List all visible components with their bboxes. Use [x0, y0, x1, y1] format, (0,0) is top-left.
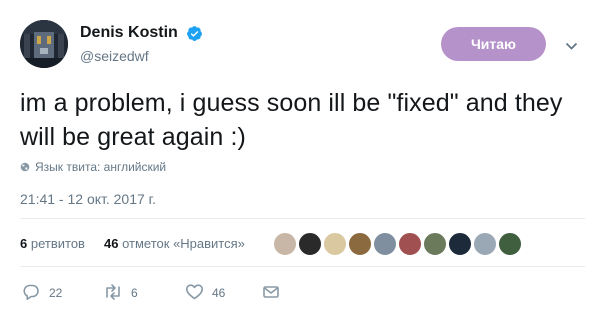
like-button[interactable]: 46 — [185, 283, 245, 301]
retweet-icon — [106, 284, 120, 300]
divider — [20, 218, 585, 219]
avatar[interactable] — [20, 20, 68, 68]
reply-icon — [23, 284, 39, 300]
reply-count: 22 — [49, 286, 63, 300]
liker-avatar[interactable] — [323, 232, 347, 256]
liker-avatar[interactable] — [348, 232, 372, 256]
liker-avatar[interactable] — [373, 232, 397, 256]
user-handle[interactable]: @seizedwf — [80, 48, 149, 64]
liker-avatar[interactable] — [498, 232, 522, 256]
retweets-count: 6 — [20, 236, 28, 251]
tweet-timestamp[interactable]: 21:41 - 12 окт. 2017 г. — [20, 191, 156, 207]
chevron-down-icon[interactable] — [565, 42, 578, 51]
likes-stat[interactable]: 46 отметок «Нравится» — [104, 236, 245, 251]
retweets-label: ретвитов — [30, 236, 85, 251]
globe-icon — [20, 162, 30, 172]
liker-avatar[interactable] — [273, 232, 297, 256]
following-button[interactable]: Читаю — [441, 27, 546, 61]
reply-button[interactable]: 22 — [22, 283, 82, 301]
liker-avatar[interactable] — [423, 232, 447, 256]
liker-avatar[interactable] — [473, 232, 497, 256]
liker-avatar[interactable] — [398, 232, 422, 256]
direct-message-button[interactable] — [262, 283, 282, 301]
display-name[interactable]: Denis Kostin — [80, 24, 178, 42]
retweet-count: 6 — [131, 286, 138, 300]
likes-count: 46 — [104, 236, 119, 251]
like-count: 46 — [212, 286, 226, 300]
liker-avatar[interactable] — [448, 232, 472, 256]
liker-avatar[interactable] — [298, 232, 322, 256]
likes-label: отметок «Нравится» — [122, 236, 245, 251]
tweet-language: Язык твита: английский — [35, 160, 167, 174]
verified-badge-icon — [187, 26, 202, 41]
envelope-icon — [263, 286, 279, 298]
tweet-text: im a problem, i guess soon ill be "fixed… — [20, 89, 563, 151]
divider — [20, 266, 585, 267]
heart-icon — [186, 284, 203, 300]
retweets-stat[interactable]: 6 ретвитов — [20, 236, 85, 251]
retweet-button[interactable]: 6 — [103, 283, 163, 301]
